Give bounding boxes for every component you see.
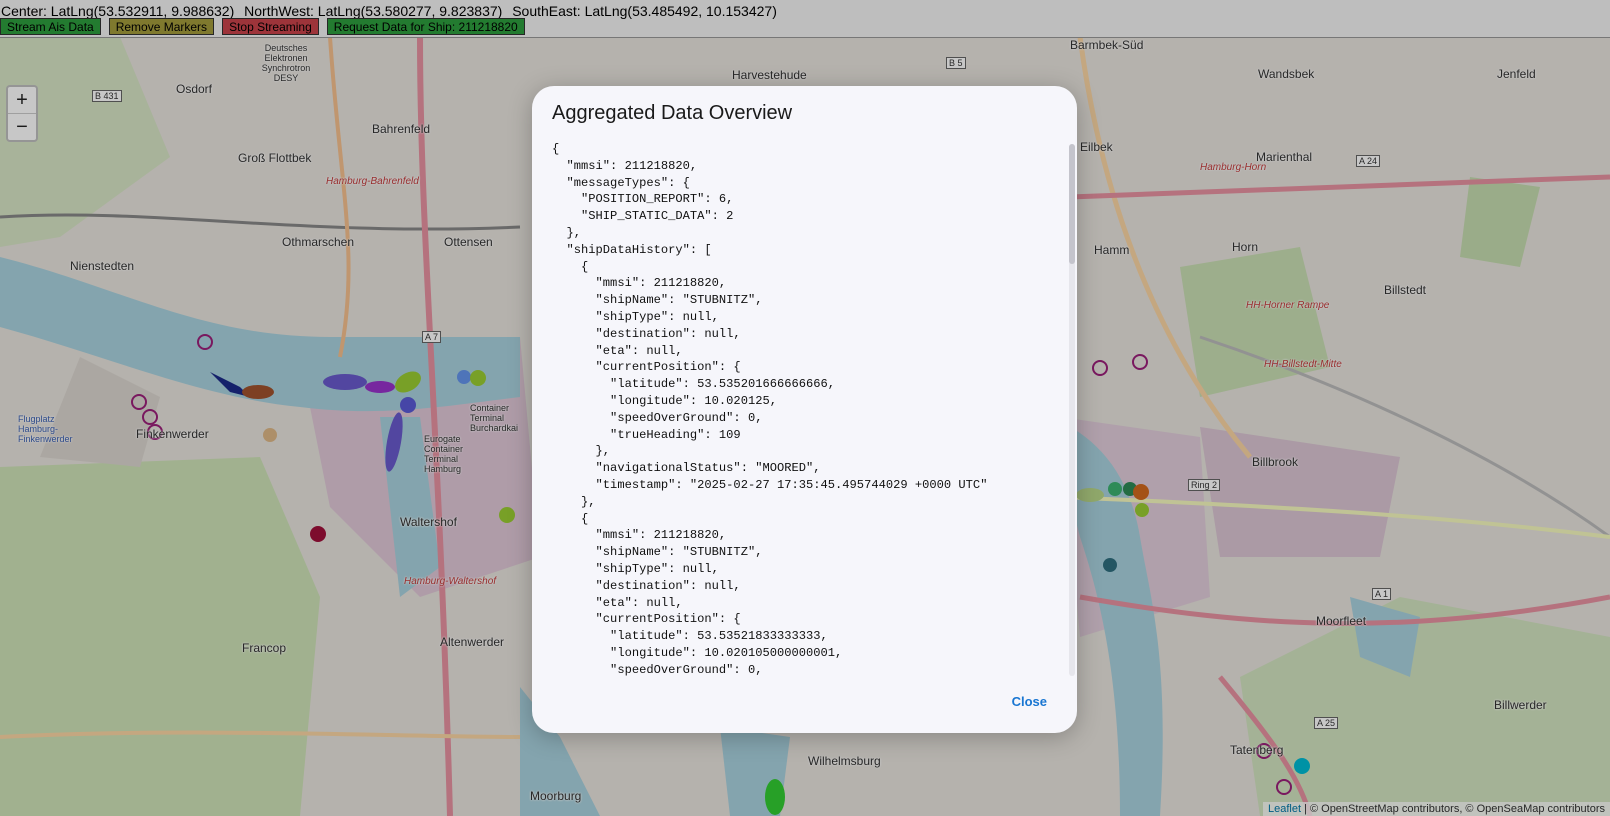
json-text: { "mmsi": 211218820, "messageTypes": { "… (552, 142, 988, 677)
dialog-scrollbar[interactable] (1069, 144, 1075, 676)
aggregated-data-dialog: Aggregated Data Overview { "mmsi": 21121… (532, 86, 1077, 733)
close-button[interactable]: Close (1012, 694, 1047, 709)
json-content-area[interactable]: { "mmsi": 211218820, "messageTypes": { "… (552, 141, 1052, 677)
scrollbar-thumb[interactable] (1069, 144, 1075, 264)
dialog-title: Aggregated Data Overview (552, 102, 793, 124)
